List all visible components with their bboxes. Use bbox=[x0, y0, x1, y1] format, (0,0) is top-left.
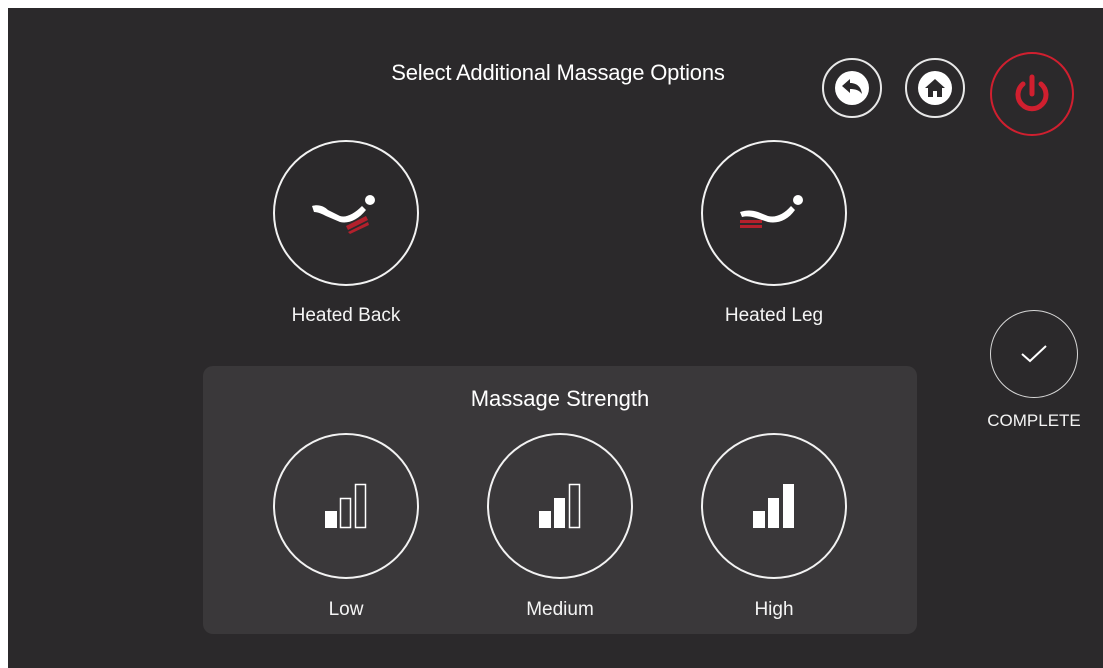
signal-high-icon bbox=[753, 484, 794, 528]
back-button[interactable] bbox=[822, 58, 882, 118]
signal-low-icon bbox=[325, 483, 367, 529]
heated-back-label: Heated Back bbox=[291, 305, 401, 326]
strength-medium-button[interactable] bbox=[487, 433, 633, 579]
heated-back-icon bbox=[312, 195, 375, 234]
strength-low-button[interactable] bbox=[273, 433, 419, 579]
checkmark-icon bbox=[1021, 345, 1047, 363]
heated-back-button[interactable] bbox=[273, 140, 419, 286]
massage-strength-title: Massage Strength bbox=[470, 386, 650, 411]
back-arrow-icon bbox=[835, 71, 869, 105]
power-icon bbox=[1015, 74, 1049, 112]
complete-button[interactable] bbox=[990, 310, 1078, 398]
heated-leg-icon bbox=[740, 195, 803, 228]
home-button[interactable] bbox=[905, 58, 965, 118]
heated-leg-label: Heated Leg bbox=[724, 305, 824, 326]
strength-high-button[interactable] bbox=[701, 433, 847, 579]
signal-medium-icon bbox=[539, 483, 581, 529]
massage-options-screen: Select Additional Massage Options Heated… bbox=[8, 8, 1103, 668]
strength-high-label: High bbox=[754, 599, 794, 620]
complete-label: COMPLETE bbox=[987, 411, 1081, 430]
heated-leg-button[interactable] bbox=[701, 140, 847, 286]
strength-low-label: Low bbox=[328, 599, 364, 620]
strength-medium-label: Medium bbox=[526, 599, 594, 620]
home-icon bbox=[918, 71, 952, 105]
page-title: Select Additional Massage Options bbox=[391, 60, 725, 85]
power-button[interactable] bbox=[990, 52, 1074, 136]
